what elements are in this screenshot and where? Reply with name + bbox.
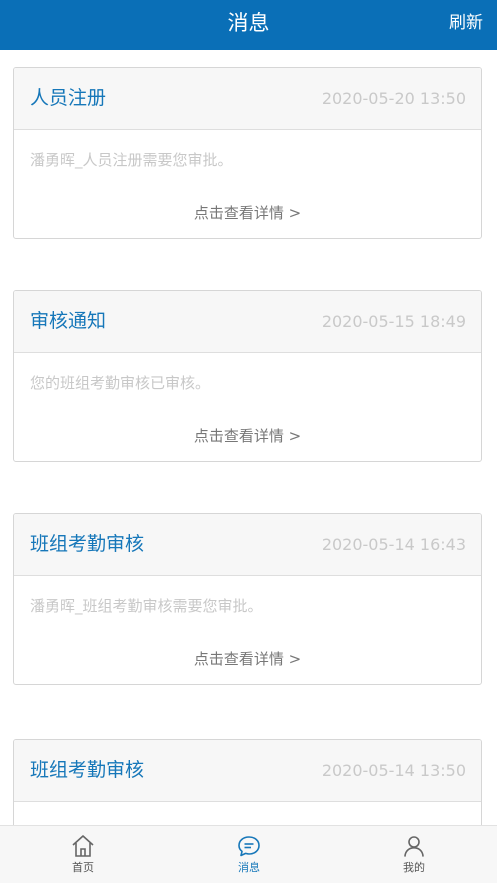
message-time: 2020-05-14 16:43 <box>321 535 466 554</box>
message-text: 潘勇晖_班组考勤审核需要您审批。 <box>30 597 263 615</box>
bottom-tab-bar: 首页 消息 我的 <box>0 825 497 883</box>
message-icon <box>166 834 332 858</box>
message-time: 2020-05-14 13:50 <box>321 761 466 780</box>
home-icon <box>0 834 166 858</box>
view-details-link[interactable]: 点击查看详情 > <box>14 425 481 446</box>
message-card[interactable]: 人员注册 2020-05-20 13:50 潘勇晖_人员注册需要您审批。 点击查… <box>13 67 482 239</box>
message-card-header: 班组考勤审核 2020-05-14 16:43 <box>14 514 481 576</box>
profile-icon <box>331 834 497 858</box>
message-text: 您的班组考勤审核已审核。 <box>30 374 211 392</box>
message-card-body <box>14 802 481 825</box>
message-card-header: 人员注册 2020-05-20 13:50 <box>14 68 481 130</box>
tab-label: 首页 <box>72 861 94 874</box>
message-title: 审核通知 <box>30 310 107 332</box>
message-time: 2020-05-20 13:50 <box>321 89 466 108</box>
tab-messages[interactable]: 消息 <box>166 826 332 884</box>
app-header: 消息 刷新 <box>0 0 497 50</box>
tab-label: 我的 <box>403 861 425 874</box>
message-card-header: 审核通知 2020-05-15 18:49 <box>14 291 481 353</box>
message-card-header: 班组考勤审核 2020-05-14 13:50 <box>14 740 481 802</box>
view-details-link[interactable]: 点击查看详情 > <box>14 648 481 669</box>
view-details-link[interactable]: 点击查看详情 > <box>14 202 481 223</box>
message-card-body: 潘勇晖_班组考勤审核需要您审批。 点击查看详情 > <box>14 576 481 684</box>
message-card[interactable]: 班组考勤审核 2020-05-14 13:50 <box>13 739 482 825</box>
page-title: 消息 <box>227 11 270 35</box>
refresh-button[interactable]: 刷新 <box>449 0 483 50</box>
message-card-body: 您的班组考勤审核已审核。 点击查看详情 > <box>14 353 481 461</box>
message-card[interactable]: 班组考勤审核 2020-05-14 16:43 潘勇晖_班组考勤审核需要您审批。… <box>13 513 482 685</box>
message-time: 2020-05-15 18:49 <box>321 312 466 331</box>
message-card[interactable]: 审核通知 2020-05-15 18:49 您的班组考勤审核已审核。 点击查看详… <box>13 290 482 462</box>
message-title: 班组考勤审核 <box>30 759 145 781</box>
tab-home[interactable]: 首页 <box>0 826 166 884</box>
message-card-body: 潘勇晖_人员注册需要您审批。 点击查看详情 > <box>14 130 481 238</box>
message-text: 潘勇晖_人员注册需要您审批。 <box>30 151 233 169</box>
message-list[interactable]: 人员注册 2020-05-20 13:50 潘勇晖_人员注册需要您审批。 点击查… <box>0 50 497 825</box>
message-title: 人员注册 <box>30 87 107 109</box>
tab-label: 消息 <box>238 861 260 874</box>
tab-profile[interactable]: 我的 <box>331 826 497 884</box>
message-title: 班组考勤审核 <box>30 533 145 555</box>
